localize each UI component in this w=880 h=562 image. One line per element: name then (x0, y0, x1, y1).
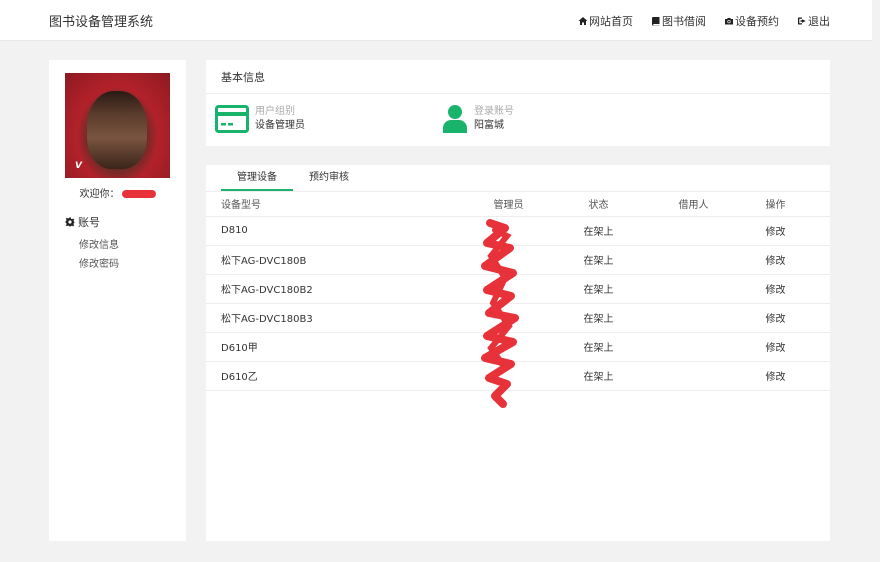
edit-info-link[interactable]: 修改信息 (79, 236, 119, 251)
book-icon (652, 17, 660, 26)
nav-book-borrow[interactable]: 图书借阅 (651, 13, 706, 29)
device-status: 在架上 (551, 245, 646, 275)
welcome-text: 欢迎你： (49, 185, 186, 200)
welcome-label: 欢迎你： (79, 189, 120, 200)
brand-title: 图书设备管理系统 (49, 15, 154, 30)
device-borrower (646, 303, 741, 333)
edit-link[interactable]: 修改 (741, 361, 830, 391)
nav-device-reserve-label: 设备预约 (735, 15, 779, 28)
device-status: 在架上 (551, 332, 646, 362)
login-account-block: 登录账号 阳富城 (442, 104, 514, 134)
nav-logout-label: 退出 (808, 15, 830, 28)
edit-link[interactable]: 修改 (741, 216, 830, 246)
device-borrower (646, 216, 741, 246)
col-borrower: 借用人 (646, 192, 741, 217)
device-status: 在架上 (551, 303, 646, 333)
nav-logout[interactable]: 退出 (797, 13, 830, 29)
device-model: D610乙 (206, 361, 466, 391)
basic-info-card: 基本信息 用户组别 设备管理员 登录账号 阳富城 (206, 60, 830, 146)
col-action: 操作 (741, 192, 830, 217)
device-tabs: 管理设备 预约审核 (221, 165, 365, 191)
main-nav: 网站首页 图书借阅 设备预约 退出 (578, 13, 830, 29)
device-model: D810 (206, 216, 466, 246)
tab-reservation-review[interactable]: 预约审核 (293, 165, 365, 191)
edit-link[interactable]: 修改 (741, 303, 830, 333)
nav-device-reserve[interactable]: 设备预约 (724, 13, 779, 29)
tab-manage-devices[interactable]: 管理设备 (221, 165, 293, 191)
device-status: 在架上 (551, 361, 646, 391)
col-admin: 管理员 (466, 192, 551, 217)
change-password-link[interactable]: 修改密码 (79, 255, 119, 270)
user-icon (443, 105, 467, 133)
device-borrower (646, 361, 741, 391)
device-borrower (646, 332, 741, 362)
user-group-label: 用户组别 (255, 106, 295, 117)
col-status: 状态 (551, 192, 646, 217)
device-model: D610甲 (206, 332, 466, 362)
redaction-scribble (481, 219, 519, 408)
device-borrower (646, 245, 741, 275)
device-model: 松下AG-DVC180B (206, 245, 466, 275)
account-menu-title: 账号 (65, 214, 100, 230)
user-group-block: 用户组别 设备管理员 (215, 104, 305, 134)
nav-home[interactable]: 网站首页 (578, 13, 633, 29)
avatar-logo: V (75, 161, 82, 171)
device-borrower (646, 274, 741, 304)
device-status: 在架上 (551, 216, 646, 246)
sign-out-icon (798, 17, 806, 25)
login-account-value: 阳富城 (474, 120, 504, 131)
account-menu-label: 账号 (78, 216, 100, 229)
basic-info-title: 基本信息 (221, 71, 265, 84)
table-header: 设备型号 管理员 状态 借用人 操作 (206, 192, 830, 217)
credit-card-icon (215, 105, 249, 133)
edit-link[interactable]: 修改 (741, 332, 830, 362)
top-navbar: 图书设备管理系统 网站首页 图书借阅 设备预约 退出 (0, 0, 880, 41)
redacted-username (121, 190, 156, 198)
device-status: 在架上 (551, 274, 646, 304)
sidebar: V 欢迎你： 账号 修改信息 修改密码 (49, 60, 186, 541)
home-icon (578, 17, 588, 25)
nav-home-label: 网站首页 (589, 15, 633, 28)
device-model: 松下AG-DVC180B3 (206, 303, 466, 333)
edit-link[interactable]: 修改 (741, 245, 830, 275)
nav-book-borrow-label: 图书借阅 (662, 15, 706, 28)
device-model: 松下AG-DVC180B2 (206, 274, 466, 304)
edit-link[interactable]: 修改 (741, 274, 830, 304)
gear-icon (65, 217, 75, 227)
avatar: V (65, 73, 170, 178)
col-model: 设备型号 (206, 192, 466, 217)
camera-icon (725, 18, 733, 25)
user-group-value: 设备管理员 (255, 120, 305, 131)
scrollbar[interactable] (872, 0, 880, 562)
login-account-label: 登录账号 (474, 106, 514, 117)
